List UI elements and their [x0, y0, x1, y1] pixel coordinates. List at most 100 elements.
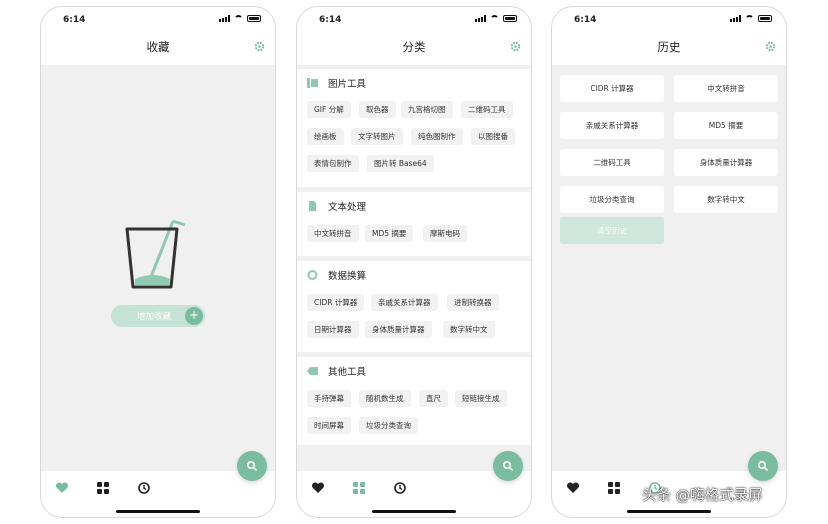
history-item[interactable]: CIDR 计算器 [560, 75, 664, 102]
tool-chip[interactable]: 时间屏幕 [307, 417, 351, 434]
tool-chip[interactable]: 短链接生成 [455, 390, 507, 407]
history-icon[interactable] [393, 481, 407, 495]
tab-bar [297, 471, 531, 517]
signal-icon [730, 15, 741, 22]
gear-icon[interactable] [765, 41, 776, 52]
status-icons [475, 15, 517, 22]
wifi-icon [490, 15, 499, 22]
history-icon[interactable] [137, 481, 151, 495]
tool-chip[interactable]: 随机数生成 [359, 390, 411, 407]
grid-icon[interactable] [352, 481, 366, 495]
tool-chip[interactable]: 九宫格切图 [401, 101, 453, 118]
plus-icon: + [185, 307, 203, 325]
history-list: CIDR 计算器 中文转拼音 亲戚关系计算器 MD5 摘要 二维码工具 身体质量… [552, 65, 786, 471]
add-favorite-label: 增加收藏 [137, 312, 172, 322]
clear-history-button[interactable]: 清空历史 [560, 217, 664, 244]
document-icon [309, 201, 316, 211]
tool-chip[interactable]: 二维码工具 [461, 101, 513, 118]
history-item[interactable]: 数字转中文 [674, 186, 778, 213]
grid-icon[interactable] [96, 481, 110, 495]
home-indicator [372, 510, 456, 513]
wifi-icon [745, 15, 754, 22]
status-bar: 6:14 [297, 7, 531, 31]
gear-icon[interactable] [254, 41, 265, 52]
history-item[interactable]: 二维码工具 [560, 149, 664, 176]
tool-chip[interactable]: 身体质量计算器 [365, 321, 432, 338]
page-title: 分类 [402, 40, 426, 54]
favorites-empty-area: 增加收藏 + [41, 65, 275, 471]
section-text-processing: 文本处理 中文转拼音 MD5 摘要 摩斯电码 [297, 192, 531, 256]
search-icon [246, 460, 258, 472]
battery-icon [503, 15, 517, 22]
search-button[interactable] [493, 451, 523, 481]
tool-chip[interactable]: 日期计算器 [307, 321, 359, 338]
home-indicator [116, 510, 200, 513]
tag-icon [307, 367, 318, 375]
section-other-tools: 其他工具 手持弹幕 随机数生成 直尺 短链接生成 时间屏幕 垃圾分类查询 [297, 357, 531, 445]
signal-icon [475, 15, 486, 22]
section-header: 图片工具 [307, 76, 366, 90]
battery-icon [247, 15, 261, 22]
tool-chip[interactable]: 垃圾分类查询 [359, 417, 418, 434]
tool-chip[interactable]: 直尺 [419, 390, 448, 407]
heart-icon[interactable] [311, 481, 325, 495]
tool-chip[interactable]: 中文转拼音 [307, 225, 359, 242]
section-title: 图片工具 [328, 79, 367, 90]
tool-chip[interactable]: 纯色图制作 [411, 128, 463, 145]
heart-icon[interactable] [566, 481, 580, 495]
tool-chip[interactable]: 手持弹幕 [307, 390, 351, 407]
watermark-text: 头条 @嗨格式录屏 [642, 488, 763, 504]
tool-chip[interactable]: 文字转图片 [351, 128, 403, 145]
tool-chip[interactable]: 进制转换器 [447, 294, 499, 311]
tool-chip[interactable]: 取色器 [359, 101, 396, 118]
status-bar: 6:14 [552, 7, 786, 31]
page-title: 收藏 [146, 40, 170, 54]
history-item[interactable]: 身体质量计算器 [674, 149, 778, 176]
section-title: 其他工具 [328, 367, 367, 378]
history-item[interactable]: 垃圾分类查询 [560, 186, 664, 213]
tool-chip[interactable]: 数字转中文 [443, 321, 495, 338]
wifi-icon [234, 15, 243, 22]
history-item[interactable]: MD5 摘要 [674, 112, 778, 139]
section-title: 数据换算 [328, 271, 367, 282]
tool-chip[interactable]: 绘画板 [307, 128, 344, 145]
search-button[interactable] [237, 451, 267, 481]
phone-categories: 6:14 分类 图片工具 GIF 分解 取色器 九宫格切图 二维码工具 绘画板 … [296, 6, 532, 518]
tool-chip[interactable]: 亲戚关系计算器 [371, 294, 438, 311]
tool-chip[interactable]: 表情包制作 [307, 155, 359, 172]
search-icon [757, 460, 769, 472]
tool-chip[interactable]: 图片转 Base64 [367, 155, 434, 172]
category-list: 图片工具 GIF 分解 取色器 九宫格切图 二维码工具 绘画板 文字转图片 纯色… [297, 65, 531, 471]
heart-icon[interactable] [55, 481, 69, 495]
tool-chip[interactable]: GIF 分解 [307, 101, 351, 118]
history-item[interactable]: 中文转拼音 [674, 75, 778, 102]
search-icon [502, 460, 514, 472]
home-indicator [627, 510, 711, 513]
tool-chip[interactable]: CIDR 计算器 [307, 294, 365, 311]
status-time: 6:14 [319, 15, 342, 25]
pie-icon [307, 270, 318, 280]
history-item[interactable]: 亲戚关系计算器 [560, 112, 664, 139]
tool-chip[interactable]: 摩斯电码 [423, 225, 467, 242]
phone-favorites: 6:14 收藏 增加收藏 + [40, 6, 276, 518]
empty-cup-illustration [125, 219, 186, 289]
phone-history: 6:14 历史 CIDR 计算器 中文转拼音 亲戚关系计算器 MD5 摘要 二维… [551, 6, 787, 518]
image-icon [307, 78, 318, 88]
tool-chip[interactable]: 以图搜番 [471, 128, 515, 145]
page-title: 历史 [657, 40, 681, 54]
status-icons [730, 15, 772, 22]
status-bar: 6:14 [41, 7, 275, 31]
section-title: 文本处理 [328, 202, 367, 213]
search-button[interactable] [748, 451, 778, 481]
section-header: 数据换算 [307, 268, 366, 282]
section-header: 文本处理 [307, 199, 366, 213]
tool-chip[interactable]: MD5 摘要 [365, 225, 414, 242]
gear-icon[interactable] [510, 41, 521, 52]
section-image-tools: 图片工具 GIF 分解 取色器 九宫格切图 二维码工具 绘画板 文字转图片 纯色… [297, 69, 531, 187]
signal-icon [219, 15, 230, 22]
status-icons [219, 15, 261, 22]
section-header: 其他工具 [307, 364, 366, 378]
status-time: 6:14 [63, 15, 86, 25]
add-favorite-button[interactable]: 增加收藏 + [111, 305, 205, 327]
grid-icon[interactable] [607, 481, 621, 495]
